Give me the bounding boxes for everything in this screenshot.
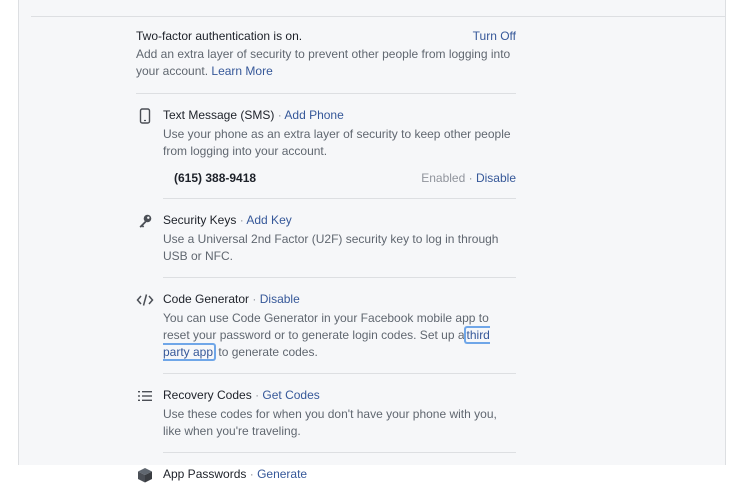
settings-panel: Two-factor authentication is on. Turn Of…: [18, 0, 726, 483]
turn-off-link[interactable]: Turn Off: [473, 28, 516, 44]
cube-icon: [136, 466, 154, 484]
code-generator-title-row: Code Generator · Disable: [163, 291, 516, 307]
code-generator-description: You can use Code Generator in your Faceb…: [163, 310, 516, 361]
get-codes-link[interactable]: Get Codes: [262, 388, 319, 402]
security-keys-title-row: Security Keys · Add Key: [163, 212, 516, 228]
two-factor-status: Two-factor authentication is on.: [136, 29, 303, 43]
code-icon: [136, 291, 154, 309]
divider: [163, 452, 516, 453]
code-generator-title: Code Generator: [163, 292, 250, 306]
divider: [163, 373, 516, 374]
separator-dot: ·: [255, 388, 260, 402]
disable-phone-link[interactable]: Disable: [476, 171, 516, 185]
sms-title: Text Message (SMS): [163, 108, 275, 122]
method-recovery-codes: Recovery Codes · Get Codes Use these cod…: [136, 387, 516, 440]
two-factor-section: Two-factor authentication is on. Turn Of…: [136, 28, 516, 484]
phone-number: (615) 388-9418: [174, 171, 257, 185]
app-passwords-title-row: App Passwords · Generate: [163, 466, 516, 482]
key-icon: [136, 212, 154, 230]
phone-row: (615) 388-9418 Enabled · Disable: [136, 170, 516, 186]
method-app-passwords: App Passwords · Generate: [136, 466, 516, 484]
method-sms: Text Message (SMS) · Add Phone Use your …: [136, 107, 516, 160]
code-generator-description-text: You can use Code Generator in your Faceb…: [163, 311, 489, 342]
method-sms-title-row: Text Message (SMS) · Add Phone: [163, 107, 516, 123]
method-security-keys: Security Keys · Add Key Use a Universal …: [136, 212, 516, 265]
security-keys-description: Use a Universal 2nd Factor (U2F) securit…: [163, 232, 499, 263]
add-phone-link[interactable]: Add Phone: [284, 108, 343, 122]
separator-dot: ·: [249, 467, 254, 481]
disable-code-generator-link[interactable]: Disable: [260, 292, 300, 306]
list-icon: [136, 387, 154, 405]
app-passwords-title: App Passwords: [163, 467, 247, 481]
two-factor-description: Add an extra layer of security to preven…: [136, 46, 516, 80]
phone-icon: [136, 107, 154, 125]
divider: [163, 198, 516, 199]
phone-status: Enabled: [421, 171, 466, 185]
separator-dot: ·: [252, 292, 257, 306]
code-generator-description-end: to generate codes.: [218, 345, 318, 359]
two-factor-description-text: Add an extra layer of security to preven…: [136, 47, 511, 78]
add-key-link[interactable]: Add Key: [246, 213, 291, 227]
sms-description: Use your phone as an extra layer of secu…: [163, 127, 511, 158]
separator-dot: ·: [239, 213, 244, 227]
phone-status-group: Enabled · Disable: [421, 170, 516, 186]
recovery-codes-title-row: Recovery Codes · Get Codes: [163, 387, 516, 403]
two-factor-header: Two-factor authentication is on. Turn Of…: [136, 28, 516, 44]
security-keys-title: Security Keys: [163, 213, 237, 227]
separator-dot: ·: [277, 108, 282, 122]
divider: [136, 93, 516, 94]
recovery-codes-description: Use these codes for when you don't have …: [163, 407, 497, 438]
separator-dot: ·: [468, 171, 473, 185]
divider: [163, 277, 516, 278]
generate-link[interactable]: Generate: [257, 467, 307, 481]
top-divider: [31, 16, 725, 17]
method-code-generator: Code Generator · Disable You can use Cod…: [136, 291, 516, 361]
recovery-codes-title: Recovery Codes: [163, 388, 252, 402]
learn-more-link[interactable]: Learn More: [211, 64, 272, 78]
